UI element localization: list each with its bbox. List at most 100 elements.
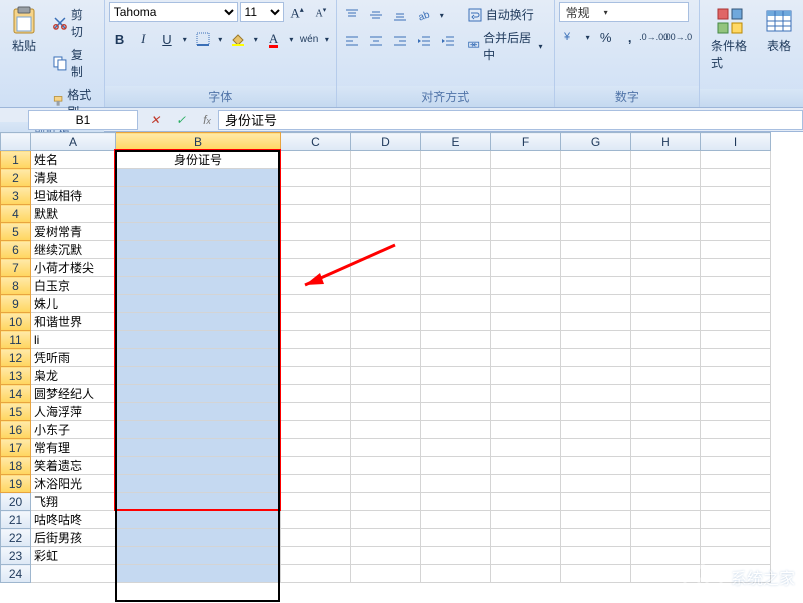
cell-D8[interactable] <box>351 277 421 295</box>
cell-F6[interactable] <box>491 241 561 259</box>
underline-dd[interactable]: ▾ <box>180 28 190 50</box>
cell-G4[interactable] <box>561 205 631 223</box>
cell-I2[interactable] <box>701 169 771 187</box>
cell-B13[interactable] <box>116 367 281 385</box>
cell-D20[interactable] <box>351 493 421 511</box>
cell-G14[interactable] <box>561 385 631 403</box>
cell-F23[interactable] <box>491 547 561 565</box>
cell-E7[interactable] <box>421 259 491 277</box>
cell-A9[interactable]: 姝儿 <box>31 295 116 313</box>
cell-E24[interactable] <box>421 565 491 583</box>
cell-H10[interactable] <box>631 313 701 331</box>
cell-F8[interactable] <box>491 277 561 295</box>
cell-G24[interactable] <box>561 565 631 583</box>
align-right-button[interactable] <box>389 30 411 52</box>
cell-B23[interactable] <box>116 547 281 565</box>
grow-font-button[interactable]: A▴ <box>286 2 308 24</box>
cell-I11[interactable] <box>701 331 771 349</box>
col-header-D[interactable]: D <box>351 133 421 151</box>
cell-C6[interactable] <box>281 241 351 259</box>
paste-button[interactable]: 粘贴 <box>4 2 44 122</box>
percent-button[interactable]: % <box>595 26 617 48</box>
cell-C5[interactable] <box>281 223 351 241</box>
cell-A7[interactable]: 小荷才楼尖 <box>31 259 116 277</box>
row-header-12[interactable]: 12 <box>1 349 31 367</box>
cell-H15[interactable] <box>631 403 701 421</box>
cell-C8[interactable] <box>281 277 351 295</box>
cell-I1[interactable] <box>701 151 771 169</box>
cell-D24[interactable] <box>351 565 421 583</box>
cell-G13[interactable] <box>561 367 631 385</box>
cell-E12[interactable] <box>421 349 491 367</box>
cell-F9[interactable] <box>491 295 561 313</box>
cell-I14[interactable] <box>701 385 771 403</box>
cell-A16[interactable]: 小东子 <box>31 421 116 439</box>
cell-D1[interactable] <box>351 151 421 169</box>
cell-I13[interactable] <box>701 367 771 385</box>
cell-B3[interactable] <box>116 187 281 205</box>
cell-B8[interactable] <box>116 277 281 295</box>
cell-A14[interactable]: 圆梦经纪人 <box>31 385 116 403</box>
cell-G15[interactable] <box>561 403 631 421</box>
cell-F12[interactable] <box>491 349 561 367</box>
cell-F15[interactable] <box>491 403 561 421</box>
row-header-19[interactable]: 19 <box>1 475 31 493</box>
italic-button[interactable]: I <box>132 28 154 50</box>
cell-E15[interactable] <box>421 403 491 421</box>
cell-C3[interactable] <box>281 187 351 205</box>
wrap-text-button[interactable]: 自动换行 <box>462 4 550 25</box>
cell-I16[interactable] <box>701 421 771 439</box>
cell-A23[interactable]: 彩虹 <box>31 547 116 565</box>
cell-A19[interactable]: 沐浴阳光 <box>31 475 116 493</box>
row-header-18[interactable]: 18 <box>1 457 31 475</box>
cell-C23[interactable] <box>281 547 351 565</box>
merge-dd[interactable]: ▾ <box>536 42 544 51</box>
cell-E6[interactable] <box>421 241 491 259</box>
col-header-A[interactable]: A <box>31 133 116 151</box>
cell-C9[interactable] <box>281 295 351 313</box>
cell-H11[interactable] <box>631 331 701 349</box>
cell-D17[interactable] <box>351 439 421 457</box>
align-left-button[interactable] <box>341 30 363 52</box>
cell-G5[interactable] <box>561 223 631 241</box>
col-header-G[interactable]: G <box>561 133 631 151</box>
phonetic-button[interactable]: wén <box>298 28 320 50</box>
cell-E8[interactable] <box>421 277 491 295</box>
cell-F4[interactable] <box>491 205 561 223</box>
row-header-3[interactable]: 3 <box>1 187 31 205</box>
row-header-17[interactable]: 17 <box>1 439 31 457</box>
cell-D11[interactable] <box>351 331 421 349</box>
cell-A2[interactable]: 清泉 <box>31 169 116 187</box>
cell-E11[interactable] <box>421 331 491 349</box>
cell-F10[interactable] <box>491 313 561 331</box>
cell-H12[interactable] <box>631 349 701 367</box>
cell-F3[interactable] <box>491 187 561 205</box>
comma-button[interactable]: , <box>619 26 641 48</box>
cell-F19[interactable] <box>491 475 561 493</box>
row-header-8[interactable]: 8 <box>1 277 31 295</box>
cell-G12[interactable] <box>561 349 631 367</box>
row-header-14[interactable]: 14 <box>1 385 31 403</box>
cell-I12[interactable] <box>701 349 771 367</box>
cell-H21[interactable] <box>631 511 701 529</box>
border-dd[interactable]: ▾ <box>215 28 225 50</box>
cell-A24[interactable] <box>31 565 116 583</box>
name-box[interactable] <box>28 110 138 130</box>
cell-E13[interactable] <box>421 367 491 385</box>
row-header-4[interactable]: 4 <box>1 205 31 223</box>
cell-B24[interactable] <box>116 565 281 583</box>
cell-A6[interactable]: 继续沉默 <box>31 241 116 259</box>
cell-D13[interactable] <box>351 367 421 385</box>
orient-button[interactable]: ab <box>413 4 435 26</box>
cell-H4[interactable] <box>631 205 701 223</box>
cell-B11[interactable] <box>116 331 281 349</box>
cell-D2[interactable] <box>351 169 421 187</box>
cell-H5[interactable] <box>631 223 701 241</box>
cell-G3[interactable] <box>561 187 631 205</box>
cond-format-button[interactable]: 条件格式 <box>704 2 756 89</box>
cell-E19[interactable] <box>421 475 491 493</box>
table-format-button[interactable]: 表格 <box>759 2 799 89</box>
cell-B6[interactable] <box>116 241 281 259</box>
cell-G7[interactable] <box>561 259 631 277</box>
row-header-13[interactable]: 13 <box>1 367 31 385</box>
